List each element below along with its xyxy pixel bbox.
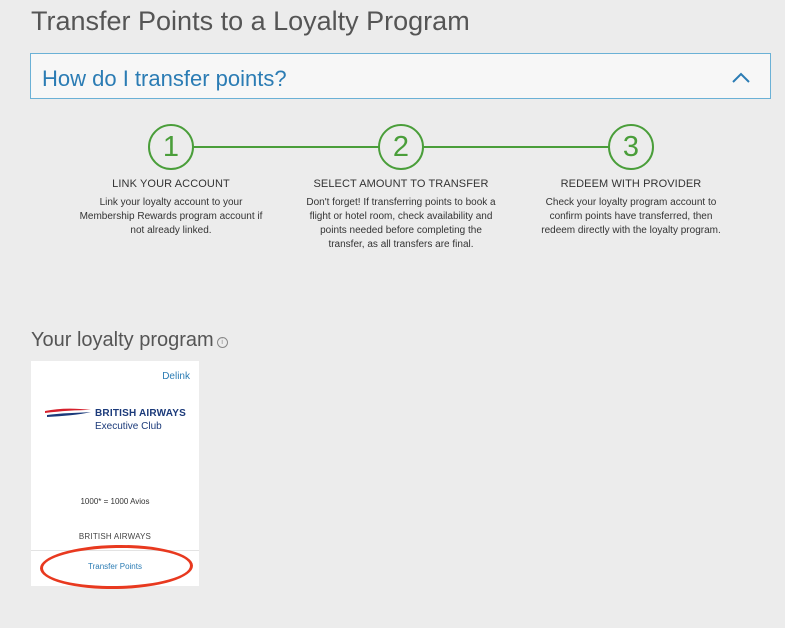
loyalty-program-card: Delink BRITISH AIRWAYS Executive Club 10… xyxy=(31,361,199,586)
loyalty-heading-text: Your loyalty program xyxy=(31,329,214,351)
step-description: Don't forget! If transferring points to … xyxy=(306,197,496,250)
step-number-circle: 2 xyxy=(378,124,424,170)
step-link-account: 1 LINK YOUR ACCOUNT Link your loyalty ac… xyxy=(56,124,286,238)
speedmarque-icon xyxy=(45,408,91,417)
step-title: LINK YOUR ACCOUNT xyxy=(112,178,230,190)
step-select-amount: 2 SELECT AMOUNT TO TRANSFER Don't forget… xyxy=(286,124,516,252)
delink-link[interactable]: Delink xyxy=(162,371,190,382)
step-description: Check your loyalty program account to co… xyxy=(541,197,721,236)
partner-name: BRITISH AIRWAYS xyxy=(78,532,152,541)
loyalty-heading: Your loyalty program i xyxy=(31,329,228,352)
logo-program-name: Executive Club xyxy=(95,421,162,432)
transfer-help-accordion[interactable]: How do I transfer points? xyxy=(30,53,771,99)
accordion-label: How do I transfer points? xyxy=(42,66,287,91)
step-number-circle: 1 xyxy=(148,124,194,170)
step-title: SELECT AMOUNT TO TRANSFER xyxy=(313,178,489,190)
transfer-rate: 1000* = 1000 Avios xyxy=(80,497,150,506)
step-description: Link your loyalty account to your Member… xyxy=(79,197,263,236)
step-title: REDEEM WITH PROVIDER xyxy=(560,178,702,190)
page-title: Transfer Points to a Loyalty Program xyxy=(31,6,470,36)
info-icon[interactable]: i xyxy=(216,337,228,349)
chevron-up-icon[interactable] xyxy=(726,62,756,92)
step-redeem: 3 REDEEM WITH PROVIDER Check your loyalt… xyxy=(516,124,746,238)
british-airways-logo: BRITISH AIRWAYS Executive Club xyxy=(45,405,195,435)
card-divider xyxy=(31,550,199,551)
logo-airline-name: BRITISH AIRWAYS xyxy=(95,408,186,419)
transfer-points-link[interactable]: Transfer Points xyxy=(31,562,199,571)
step-number-circle: 3 xyxy=(608,124,654,170)
